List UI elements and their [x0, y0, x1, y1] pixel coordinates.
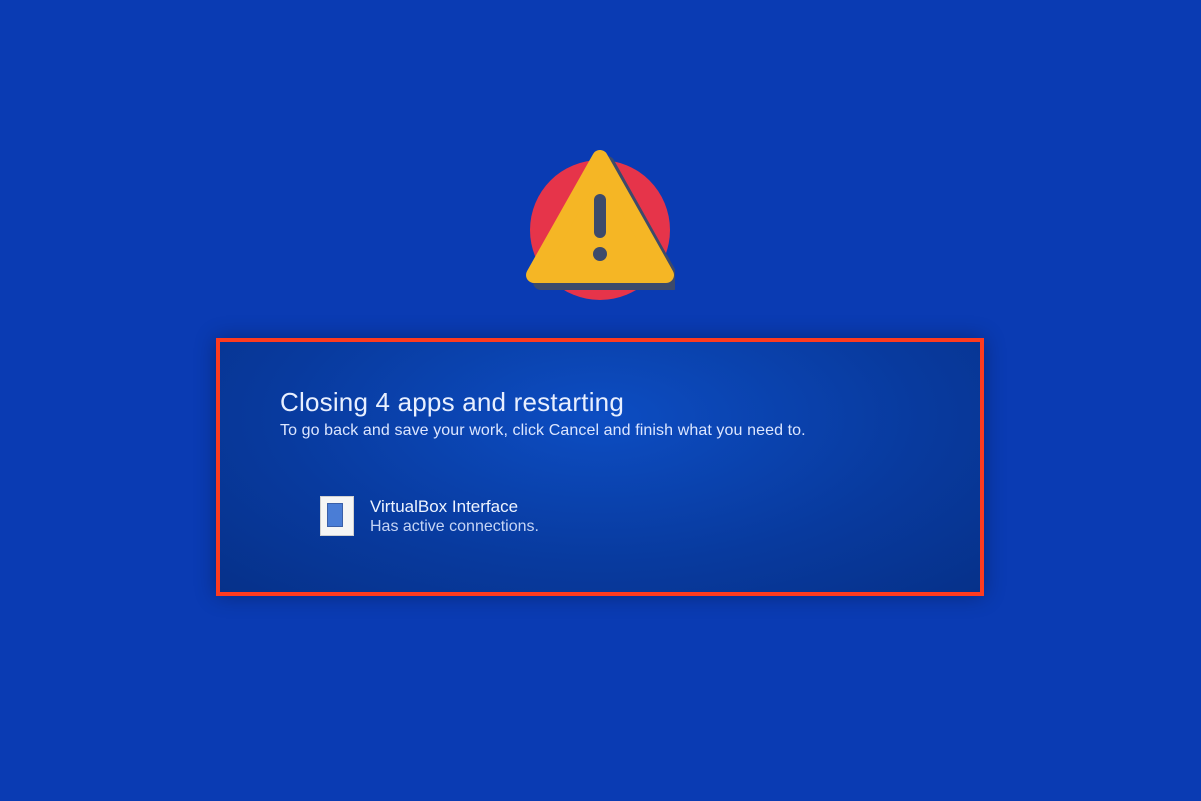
dialog-content: Closing 4 apps and restarting To go back…: [220, 342, 980, 556]
restart-dialog: Closing 4 apps and restarting To go back…: [216, 338, 984, 596]
warning-badge: [525, 150, 675, 300]
app-entry: VirtualBox Interface Has active connecti…: [280, 496, 920, 536]
dialog-title: Closing 4 apps and restarting: [280, 387, 920, 418]
app-name: VirtualBox Interface: [370, 497, 539, 517]
app-status: Has active connections.: [370, 518, 539, 536]
app-text: VirtualBox Interface Has active connecti…: [370, 497, 539, 536]
warning-triangle-icon: [525, 150, 675, 300]
app-window-icon: [320, 496, 354, 536]
dialog-subtitle: To go back and save your work, click Can…: [280, 422, 920, 440]
